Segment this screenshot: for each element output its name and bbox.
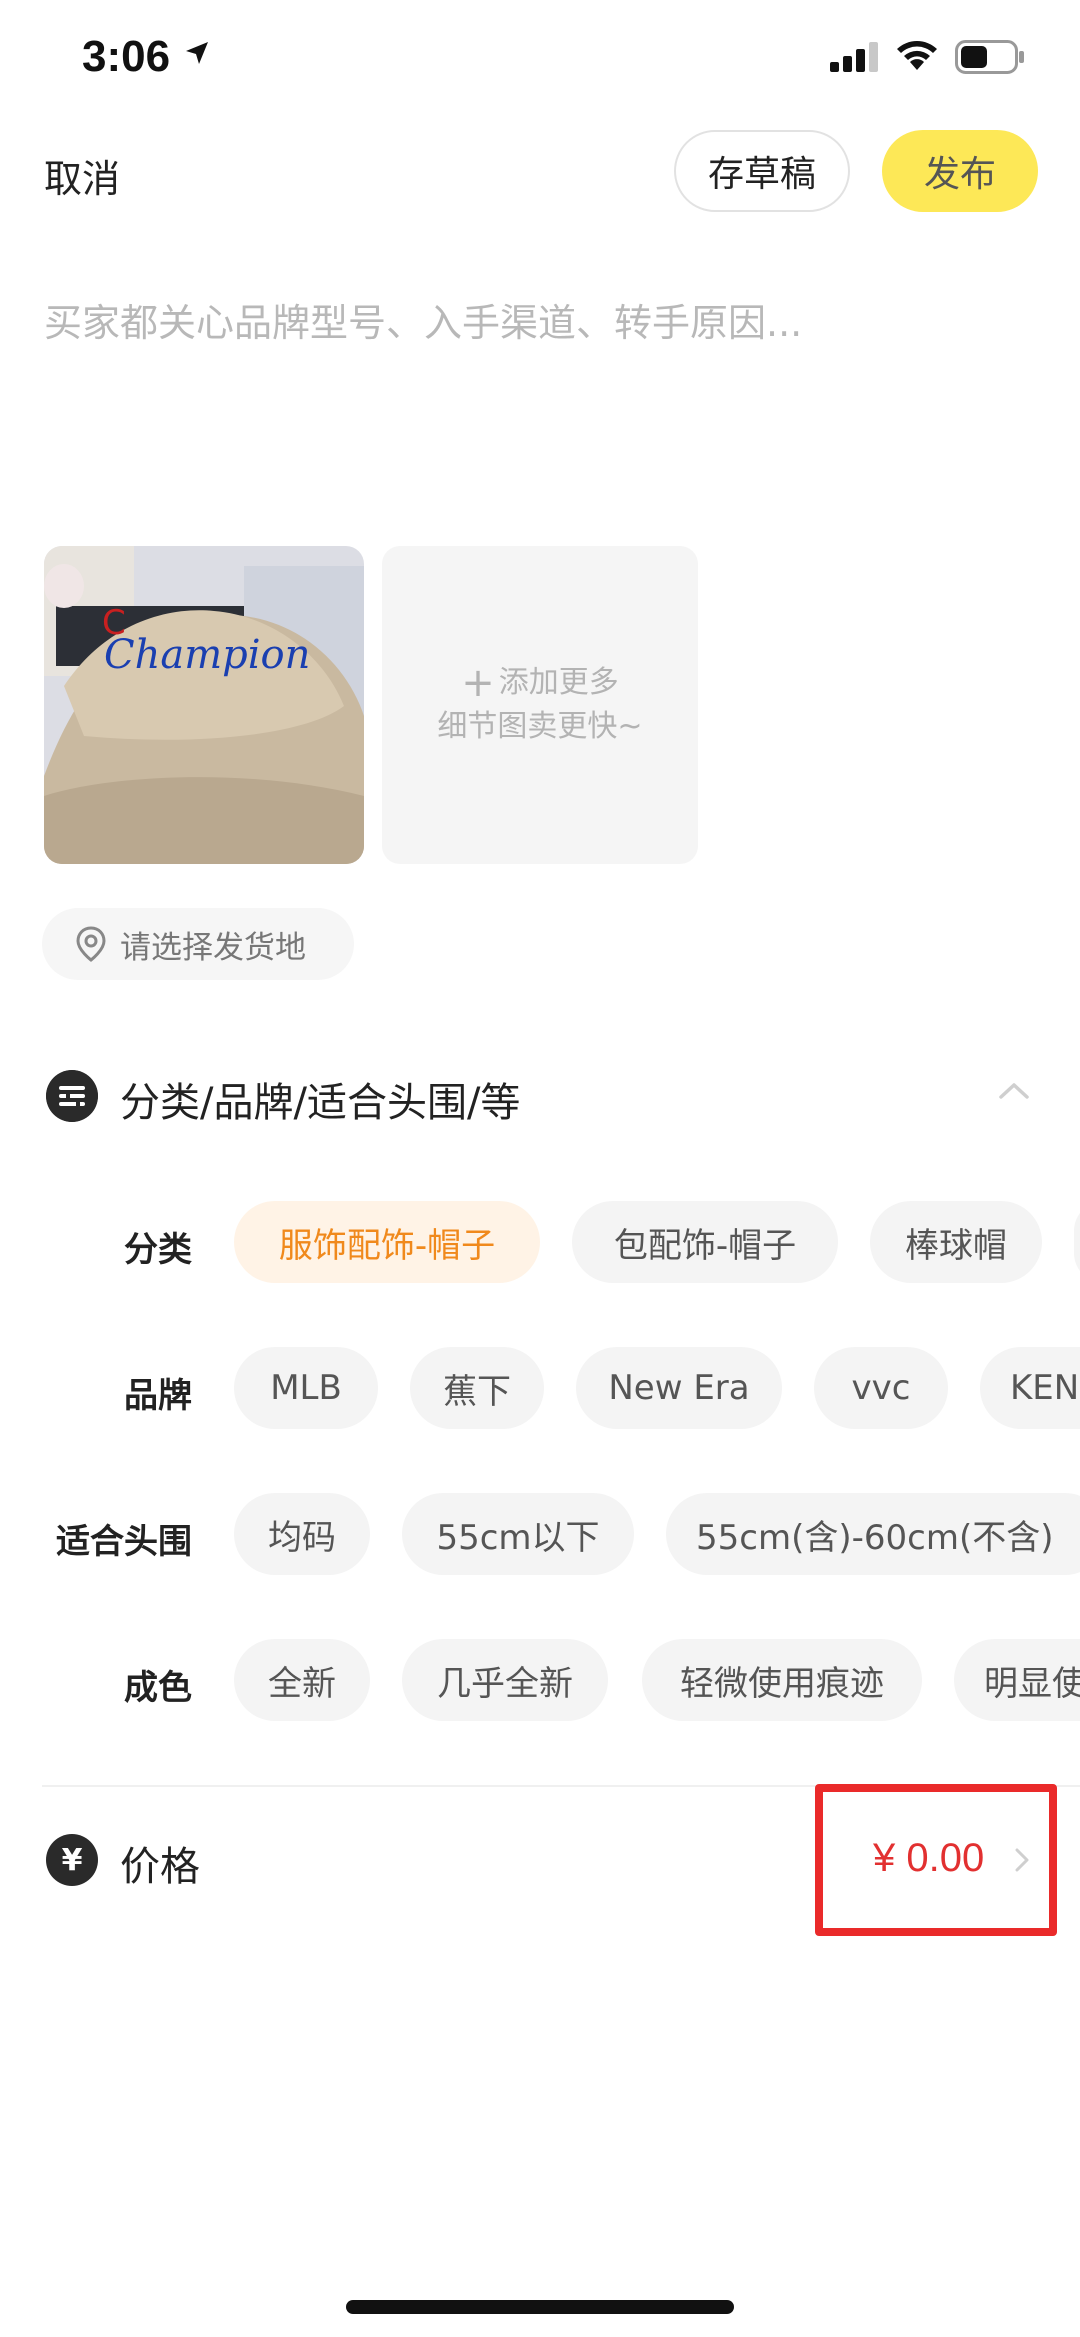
yuan-icon: ¥ [46, 1834, 98, 1886]
head-size-option[interactable]: 均码 [234, 1493, 370, 1575]
price-value[interactable]: ¥ 0.00 [873, 1836, 984, 1881]
add-more-label: 添加更多 [498, 665, 619, 700]
head-size-option[interactable]: 55cm以下 [402, 1493, 634, 1575]
product-photo[interactable]: Champion C [44, 546, 364, 864]
battery-icon [955, 40, 1024, 74]
chevron-right-icon[interactable] [1014, 1847, 1030, 1873]
condition-option[interactable]: 全新 [234, 1639, 370, 1721]
add-more-photos-button[interactable]: + 添加更多 细节图卖更快~ [382, 546, 698, 864]
wifi-icon [897, 41, 937, 70]
condition-option[interactable]: 明显使用痕迹 [954, 1639, 1080, 1721]
location-arrow-icon [186, 42, 208, 64]
status-time: 3:06 [82, 32, 171, 81]
save-draft-button[interactable]: 存草稿 [674, 130, 850, 212]
brand-option[interactable]: New Era [576, 1347, 782, 1429]
map-pin-icon [76, 926, 106, 962]
svg-text:C: C [102, 603, 126, 643]
publish-button[interactable]: 发布 [882, 130, 1038, 212]
plus-icon: + [461, 660, 495, 706]
condition-label: 成色 [124, 1668, 192, 1708]
list-filter-icon [46, 1070, 98, 1122]
description-input[interactable]: 买家都关心品牌型号、入手渠道、转手原因... [44, 292, 802, 347]
category-option[interactable]: 包配饰-帽子 [572, 1201, 838, 1283]
brand-label: 品牌 [124, 1376, 192, 1416]
brand-option[interactable]: vvc [814, 1347, 948, 1429]
svg-text:Champion: Champion [104, 632, 310, 678]
condition-option[interactable]: 几乎全新 [402, 1639, 608, 1721]
cap-photo-image: Champion C [44, 546, 364, 864]
cellular-signal-icon [830, 42, 878, 72]
category-option[interactable]: 棒球帽 [870, 1201, 1042, 1283]
price-label: 价格 [120, 1844, 200, 1890]
brand-option[interactable]: MLB [234, 1347, 378, 1429]
add-more-sublabel: 细节图卖更快~ [437, 709, 643, 744]
brand-option[interactable]: KENZO [980, 1347, 1080, 1429]
head-size-label: 适合头围 [56, 1522, 192, 1562]
condition-option[interactable]: 轻微使用痕迹 [642, 1639, 922, 1721]
attributes-title: 分类/品牌/适合头围/等 [120, 1080, 521, 1126]
chevron-up-icon[interactable] [998, 1080, 1030, 1100]
home-indicator [346, 2300, 734, 2314]
cancel-button[interactable]: 取消 [44, 148, 120, 203]
head-size-option[interactable]: 55cm(含)-60cm(不含) [666, 1493, 1080, 1575]
publish-page: 3:06 取消 存草稿 发布 买家都关心品牌型号、入手渠道、转手原因... Ch… [0, 0, 1080, 2337]
shipping-location-chip[interactable]: 请选择发货地 [42, 908, 354, 980]
shipping-location-label: 请选择发货地 [120, 929, 306, 966]
brand-option[interactable]: 蕉下 [410, 1347, 544, 1429]
category-option-selected[interactable]: 服饰配饰-帽子 [234, 1201, 540, 1283]
category-label: 分类 [124, 1230, 192, 1270]
category-option-partial[interactable] [1074, 1201, 1080, 1283]
